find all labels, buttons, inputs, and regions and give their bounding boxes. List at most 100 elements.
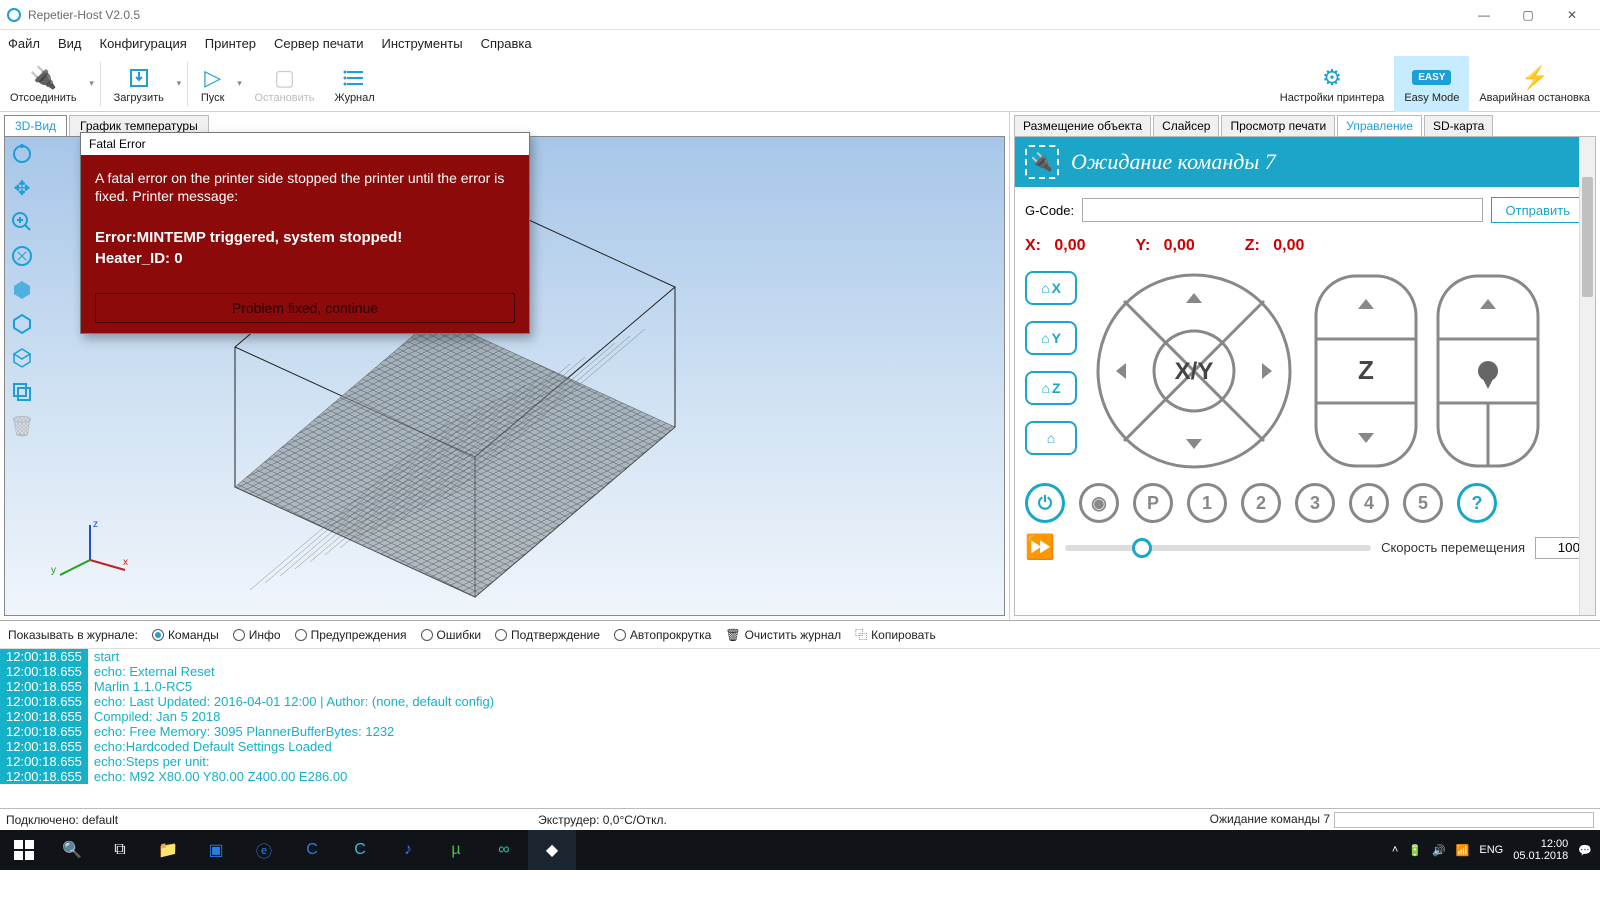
delete-tool-icon[interactable]: 🗑: [7, 411, 37, 441]
log-filter-warnings[interactable]: Предупреждения: [295, 628, 407, 642]
error-line-2: Heater_ID: 0: [95, 250, 515, 267]
window-maximize-button[interactable]: ▢: [1506, 1, 1550, 29]
preset-2-button[interactable]: 2: [1241, 483, 1281, 523]
gcode-input[interactable]: [1082, 198, 1482, 222]
taskbar-app-4-icon[interactable]: ♪: [384, 830, 432, 870]
menu-tools[interactable]: Инструменты: [382, 36, 463, 51]
help-button[interactable]: ?: [1457, 483, 1497, 523]
start-button[interactable]: ▷ Пуск: [191, 56, 235, 112]
top-view-icon[interactable]: [7, 343, 37, 373]
start-dropdown[interactable]: ▾: [234, 56, 244, 112]
tray-battery-icon[interactable]: 🔋: [1408, 844, 1422, 857]
home-y-button[interactable]: ⌂ Y: [1025, 321, 1077, 355]
taskbar-app-1-icon[interactable]: ▣: [192, 830, 240, 870]
send-button[interactable]: Отправить: [1491, 197, 1585, 223]
zoom-tool-icon[interactable]: [7, 207, 37, 237]
taskbar-edge-icon[interactable]: ⓔ: [240, 830, 288, 870]
problem-fixed-button[interactable]: Problem fixed, continue: [95, 293, 515, 323]
tray-notifications-icon[interactable]: 💬: [1578, 844, 1592, 857]
menu-printserver[interactable]: Сервер печати: [274, 36, 363, 51]
home-all-button[interactable]: ⌂: [1025, 421, 1077, 455]
feedrate-input[interactable]: [1535, 537, 1585, 559]
home-z-button[interactable]: ⌂ Z: [1025, 371, 1077, 405]
tray-lang[interactable]: ENG: [1479, 844, 1503, 856]
copy-tool-icon[interactable]: [7, 377, 37, 407]
3d-viewport[interactable]: ✥ 🗑: [4, 136, 1005, 616]
panel-scrollbar[interactable]: [1579, 137, 1595, 615]
printer-settings-button[interactable]: ⚙ Настройки принтера: [1270, 56, 1395, 112]
power-button[interactable]: ⏻: [1025, 483, 1065, 523]
tray-clock[interactable]: 12:00 05.01.2018: [1513, 838, 1568, 862]
load-dropdown[interactable]: ▾: [174, 56, 184, 112]
start-label: Пуск: [201, 92, 225, 104]
svg-text:Z: Z: [1358, 355, 1374, 385]
z-jog-control[interactable]: Z: [1311, 271, 1421, 471]
menu-printer[interactable]: Принтер: [205, 36, 256, 51]
taskbar-app-3-icon[interactable]: C: [336, 830, 384, 870]
tab-control[interactable]: Управление: [1337, 115, 1422, 136]
bolt-icon: ⚡: [1521, 64, 1548, 92]
taskbar-app-2-icon[interactable]: C: [288, 830, 336, 870]
iso-view-icon[interactable]: [7, 275, 37, 305]
pan-tool-icon[interactable]: ✥: [7, 173, 37, 203]
task-view-icon[interactable]: ⧉: [96, 830, 144, 870]
taskbar-explorer-icon[interactable]: 📁: [144, 830, 192, 870]
tray-wifi-icon[interactable]: 📶: [1456, 844, 1470, 857]
tray-chevron-icon[interactable]: ˄: [1392, 844, 1398, 856]
log-line: 12:00:18.655echo:Hardcoded Default Setti…: [0, 739, 1600, 754]
error-line-1: Error:MINTEMP triggered, system stopped!: [95, 229, 515, 246]
menu-help[interactable]: Справка: [481, 36, 532, 51]
taskbar-repetier-icon[interactable]: ◆: [528, 830, 576, 870]
tray-volume-icon[interactable]: 🔊: [1432, 844, 1446, 857]
tab-slicer[interactable]: Слайсер: [1153, 115, 1219, 136]
easy-mode-button[interactable]: EASY Easy Mode: [1394, 56, 1469, 112]
park-button[interactable]: P: [1133, 483, 1173, 523]
disconnect-dropdown[interactable]: ▾: [87, 56, 97, 112]
log-autoscroll[interactable]: Автопрокрутка: [614, 628, 711, 642]
preset-4-button[interactable]: 4: [1349, 483, 1389, 523]
wire-view-icon[interactable]: [7, 309, 37, 339]
gcode-label: G-Code:: [1025, 203, 1074, 218]
taskbar-utorrent-icon[interactable]: µ: [432, 830, 480, 870]
preset-3-button[interactable]: 3: [1295, 483, 1335, 523]
window-minimize-button[interactable]: —: [1462, 1, 1506, 29]
log-filter-info[interactable]: Инфо: [233, 628, 281, 642]
orbit-tool-icon[interactable]: [7, 139, 37, 169]
menu-view[interactable]: Вид: [58, 36, 82, 51]
log-clear-button[interactable]: 🗑 Очистить журнал: [725, 628, 841, 642]
taskbar-arduino-icon[interactable]: ∞: [480, 830, 528, 870]
log-line: 12:00:18.655echo: M92 X80.00 Y80.00 Z400…: [0, 769, 1600, 784]
log-copy-button[interactable]: ⿻ Копировать: [855, 626, 936, 643]
log-output[interactable]: 12:00:18.655start12:00:18.655echo: Exter…: [0, 649, 1600, 808]
log-button[interactable]: Журнал: [325, 56, 385, 112]
search-icon[interactable]: 🔍: [48, 830, 96, 870]
start-button-win[interactable]: [0, 830, 48, 870]
status-wait: Ожидание команды 7: [1210, 812, 1594, 828]
menu-config[interactable]: Конфигурация: [100, 36, 187, 51]
app-icon: [6, 7, 22, 23]
emergency-stop-button[interactable]: ⚡ Аварийная остановка: [1469, 56, 1600, 112]
stop-button: ▢ Остановить: [244, 56, 324, 112]
tab-3d-view[interactable]: 3D-Вид: [4, 115, 67, 136]
log-filter-ack[interactable]: Подтверждение: [495, 628, 600, 642]
tab-sd-card[interactable]: SD-карта: [1424, 115, 1493, 136]
log-filter-errors[interactable]: Ошибки: [421, 628, 482, 642]
load-button[interactable]: Загрузить: [104, 56, 174, 112]
log-line: 12:00:18.655start: [0, 649, 1600, 664]
extruder-icon: [1478, 361, 1498, 381]
xy-jog-wheel[interactable]: X/Y: [1089, 271, 1299, 471]
camera-button[interactable]: ◉: [1079, 483, 1119, 523]
feedrate-slider[interactable]: [1065, 545, 1371, 551]
disconnect-button[interactable]: 🔌 Отсоединить: [0, 56, 87, 112]
tab-print-preview[interactable]: Просмотр печати: [1221, 115, 1335, 136]
extruder-jog-control[interactable]: [1433, 271, 1543, 471]
viewport-tools: ✥ 🗑: [7, 139, 39, 441]
preset-5-button[interactable]: 5: [1403, 483, 1443, 523]
window-close-button[interactable]: ✕: [1550, 1, 1594, 29]
home-x-button[interactable]: ⌂ X: [1025, 271, 1077, 305]
preset-1-button[interactable]: 1: [1187, 483, 1227, 523]
fit-tool-icon[interactable]: [7, 241, 37, 271]
log-filter-commands[interactable]: Команды: [152, 628, 219, 642]
menu-file[interactable]: Файл: [8, 36, 40, 51]
tab-object-placement[interactable]: Размещение объекта: [1014, 115, 1151, 136]
